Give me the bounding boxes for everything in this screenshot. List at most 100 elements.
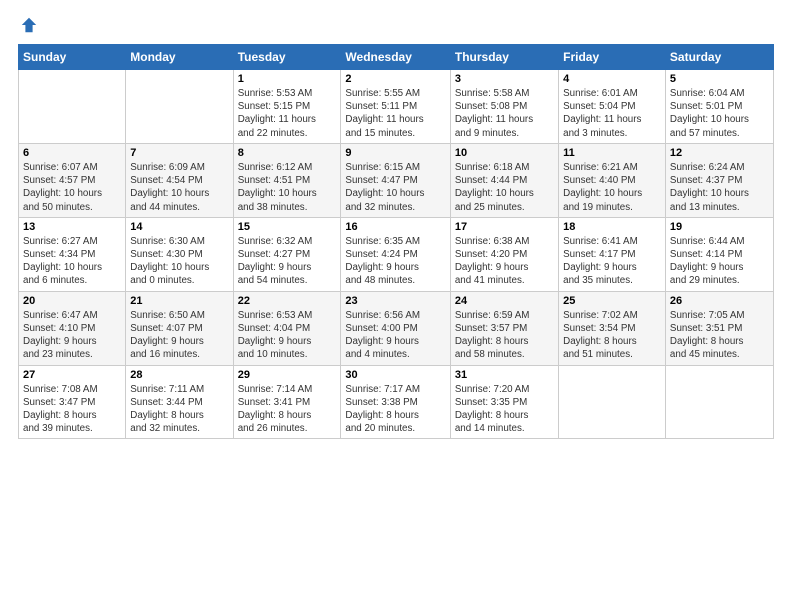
- day-number: 7: [130, 147, 228, 159]
- day-number: 8: [238, 147, 337, 159]
- calendar-cell: 27Sunrise: 7:08 AM Sunset: 3:47 PM Dayli…: [19, 365, 126, 439]
- calendar-cell: 25 Sunrise: 7:02 AM Sunset: 3:54 PM Dayli…: [559, 291, 666, 365]
- day-info: Sunrise: 7:05 AM Sunset: 3:51 PM Dayligh…: [670, 309, 769, 362]
- calendar-cell: 5 Sunrise: 6:04 AM Sunset: 5:01 PM Daylig…: [665, 70, 773, 144]
- calendar-cell: [665, 365, 773, 439]
- calendar-cell: 31Sunrise: 7:20 AM Sunset: 3:35 PM Dayli…: [450, 365, 558, 439]
- calendar-week-row: 1 Sunrise: 5:53 AM Sunset: 5:15 PM Daylig…: [19, 70, 774, 144]
- day-info: Sunrise: 6:07 AM Sunset: 4:57 PM Dayligh…: [23, 161, 121, 214]
- calendar-cell: 23Sunrise: 6:56 AM Sunset: 4:00 PM Dayli…: [341, 291, 450, 365]
- day-info: Sunrise: 7:02 AM Sunset: 3:54 PM Dayligh…: [563, 309, 661, 362]
- calendar-cell: 21Sunrise: 6:50 AM Sunset: 4:07 PM Dayli…: [126, 291, 233, 365]
- calendar-cell: 29 Sunrise: 7:14 AM Sunset: 3:41 PM Dayli…: [233, 365, 341, 439]
- day-number: 19: [670, 221, 769, 233]
- calendar-cell: 4 Sunrise: 6:01 AM Sunset: 5:04 PM Daylig…: [559, 70, 666, 144]
- day-number: 5: [670, 73, 769, 85]
- column-header-tuesday: Tuesday: [233, 45, 341, 70]
- day-info: Sunrise: 6:09 AM Sunset: 4:54 PM Dayligh…: [130, 161, 228, 214]
- calendar-cell: 3 Sunrise: 5:58 AM Sunset: 5:08 PM Daylig…: [450, 70, 558, 144]
- day-info: Sunrise: 7:08 AM Sunset: 3:47 PM Dayligh…: [23, 383, 121, 436]
- column-header-friday: Friday: [559, 45, 666, 70]
- column-header-wednesday: Wednesday: [341, 45, 450, 70]
- day-number: 22: [238, 295, 337, 307]
- day-info: Sunrise: 6:50 AM Sunset: 4:07 PM Dayligh…: [130, 309, 228, 362]
- day-info: Sunrise: 6:15 AM Sunset: 4:47 PM Dayligh…: [345, 161, 445, 214]
- calendar-cell: [19, 70, 126, 144]
- day-info: Sunrise: 7:17 AM Sunset: 3:38 PM Dayligh…: [345, 383, 445, 436]
- day-number: 12: [670, 147, 769, 159]
- calendar-week-row: 13 Sunrise: 6:27 AM Sunset: 4:34 PM Dayli…: [19, 217, 774, 291]
- day-number: 13: [23, 221, 121, 233]
- day-number: 16: [345, 221, 445, 233]
- logo: [18, 16, 36, 34]
- day-number: 14: [130, 221, 228, 233]
- day-info: Sunrise: 6:38 AM Sunset: 4:20 PM Dayligh…: [455, 235, 554, 288]
- day-info: Sunrise: 6:21 AM Sunset: 4:40 PM Dayligh…: [563, 161, 661, 214]
- calendar-cell: 20Sunrise: 6:47 AM Sunset: 4:10 PM Dayli…: [19, 291, 126, 365]
- calendar-cell: 18 Sunrise: 6:41 AM Sunset: 4:17 PM Dayli…: [559, 217, 666, 291]
- calendar-header-row: SundayMondayTuesdayWednesdayThursdayFrid…: [19, 45, 774, 70]
- column-header-monday: Monday: [126, 45, 233, 70]
- calendar-cell: 16 Sunrise: 6:35 AM Sunset: 4:24 PM Dayli…: [341, 217, 450, 291]
- day-info: Sunrise: 5:53 AM Sunset: 5:15 PM Dayligh…: [238, 87, 337, 140]
- calendar-week-row: 6 Sunrise: 6:07 AM Sunset: 4:57 PM Daylig…: [19, 143, 774, 217]
- calendar-cell: 30 Sunrise: 7:17 AM Sunset: 3:38 PM Dayli…: [341, 365, 450, 439]
- day-number: 3: [455, 73, 554, 85]
- day-info: Sunrise: 7:11 AM Sunset: 3:44 PM Dayligh…: [130, 383, 228, 436]
- day-info: Sunrise: 6:18 AM Sunset: 4:44 PM Dayligh…: [455, 161, 554, 214]
- calendar-cell: 13 Sunrise: 6:27 AM Sunset: 4:34 PM Dayli…: [19, 217, 126, 291]
- day-number: 11: [563, 147, 661, 159]
- calendar-cell: 15Sunrise: 6:32 AM Sunset: 4:27 PM Dayli…: [233, 217, 341, 291]
- calendar-cell: 28 Sunrise: 7:11 AM Sunset: 3:44 PM Dayli…: [126, 365, 233, 439]
- day-info: Sunrise: 6:12 AM Sunset: 4:51 PM Dayligh…: [238, 161, 337, 214]
- calendar-cell: 8 Sunrise: 6:12 AM Sunset: 4:51 PM Daylig…: [233, 143, 341, 217]
- day-number: 18: [563, 221, 661, 233]
- page: SundayMondayTuesdayWednesdayThursdayFrid…: [0, 0, 792, 612]
- column-header-saturday: Saturday: [665, 45, 773, 70]
- day-info: Sunrise: 6:24 AM Sunset: 4:37 PM Dayligh…: [670, 161, 769, 214]
- column-header-thursday: Thursday: [450, 45, 558, 70]
- calendar-cell: 10 Sunrise: 6:18 AM Sunset: 4:44 PM Dayli…: [450, 143, 558, 217]
- day-number: 25: [563, 295, 661, 307]
- day-info: Sunrise: 6:04 AM Sunset: 5:01 PM Dayligh…: [670, 87, 769, 140]
- day-number: 29: [238, 369, 337, 381]
- calendar-cell: 19 Sunrise: 6:44 AM Sunset: 4:14 PM Dayli…: [665, 217, 773, 291]
- day-info: Sunrise: 6:41 AM Sunset: 4:17 PM Dayligh…: [563, 235, 661, 288]
- day-info: Sunrise: 5:58 AM Sunset: 5:08 PM Dayligh…: [455, 87, 554, 140]
- calendar-cell: 7 Sunrise: 6:09 AM Sunset: 4:54 PM Daylig…: [126, 143, 233, 217]
- day-number: 15: [238, 221, 337, 233]
- calendar-cell: [559, 365, 666, 439]
- day-info: Sunrise: 6:01 AM Sunset: 5:04 PM Dayligh…: [563, 87, 661, 140]
- day-number: 1: [238, 73, 337, 85]
- day-number: 28: [130, 369, 228, 381]
- day-number: 10: [455, 147, 554, 159]
- day-number: 20: [23, 295, 121, 307]
- calendar-cell: 2Sunrise: 5:55 AM Sunset: 5:11 PM Daylig…: [341, 70, 450, 144]
- calendar-week-row: 20Sunrise: 6:47 AM Sunset: 4:10 PM Dayli…: [19, 291, 774, 365]
- calendar-cell: 1 Sunrise: 5:53 AM Sunset: 5:15 PM Daylig…: [233, 70, 341, 144]
- calendar-cell: 12 Sunrise: 6:24 AM Sunset: 4:37 PM Dayli…: [665, 143, 773, 217]
- calendar-cell: 6 Sunrise: 6:07 AM Sunset: 4:57 PM Daylig…: [19, 143, 126, 217]
- day-number: 2: [345, 73, 445, 85]
- calendar-cell: [126, 70, 233, 144]
- calendar-cell: 26Sunrise: 7:05 AM Sunset: 3:51 PM Dayli…: [665, 291, 773, 365]
- day-info: Sunrise: 6:56 AM Sunset: 4:00 PM Dayligh…: [345, 309, 445, 362]
- day-info: Sunrise: 6:35 AM Sunset: 4:24 PM Dayligh…: [345, 235, 445, 288]
- calendar-cell: 11 Sunrise: 6:21 AM Sunset: 4:40 PM Dayli…: [559, 143, 666, 217]
- day-number: 6: [23, 147, 121, 159]
- day-number: 31: [455, 369, 554, 381]
- day-number: 4: [563, 73, 661, 85]
- day-info: Sunrise: 6:27 AM Sunset: 4:34 PM Dayligh…: [23, 235, 121, 288]
- calendar-cell: 9 Sunrise: 6:15 AM Sunset: 4:47 PM Daylig…: [341, 143, 450, 217]
- calendar-cell: 17Sunrise: 6:38 AM Sunset: 4:20 PM Dayli…: [450, 217, 558, 291]
- logo-text: [18, 16, 36, 34]
- calendar-week-row: 27Sunrise: 7:08 AM Sunset: 3:47 PM Dayli…: [19, 365, 774, 439]
- day-info: Sunrise: 6:44 AM Sunset: 4:14 PM Dayligh…: [670, 235, 769, 288]
- day-number: 30: [345, 369, 445, 381]
- day-number: 9: [345, 147, 445, 159]
- day-info: Sunrise: 7:14 AM Sunset: 3:41 PM Dayligh…: [238, 383, 337, 436]
- header: [18, 16, 774, 34]
- calendar-table: SundayMondayTuesdayWednesdayThursdayFrid…: [18, 44, 774, 439]
- day-info: Sunrise: 6:53 AM Sunset: 4:04 PM Dayligh…: [238, 309, 337, 362]
- column-header-sunday: Sunday: [19, 45, 126, 70]
